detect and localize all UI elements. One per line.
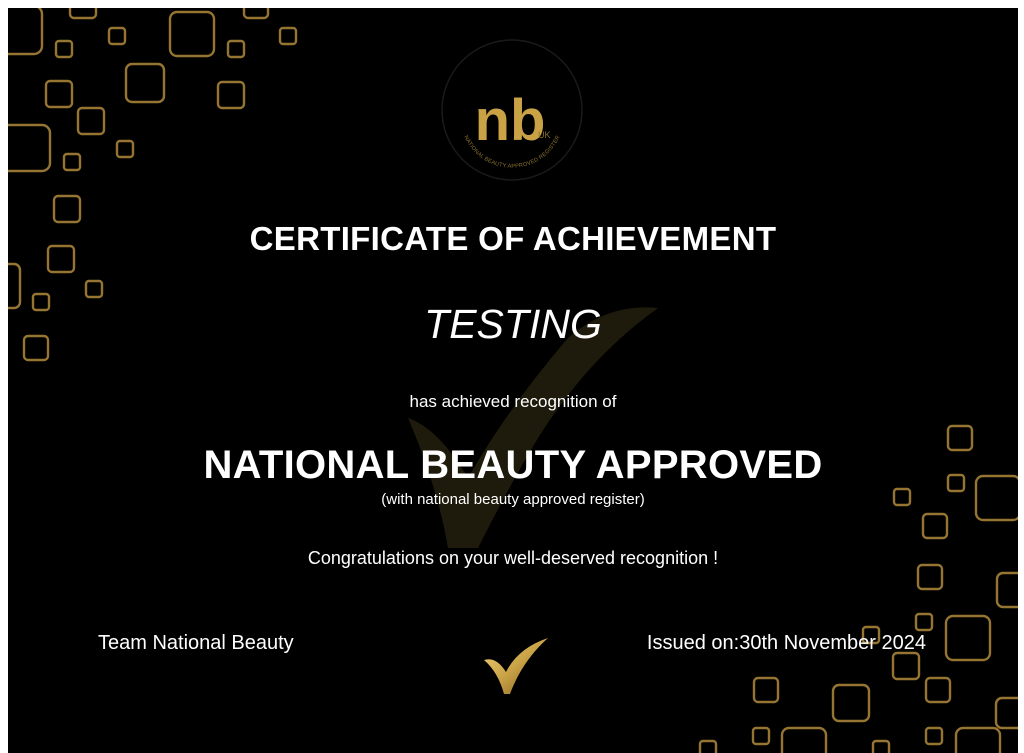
award-name: NATIONAL BEAUTY APPROVED: [203, 443, 823, 487]
achieved-text: has achieved recognition of: [409, 392, 617, 411]
gold-check-icon: [484, 638, 548, 694]
certificate-title: CERTIFICATE OF ACHIEVEMENT: [249, 220, 777, 257]
logo-suffix: UK: [538, 130, 551, 140]
congratulations-text: Congratulations on your well-deserved re…: [307, 548, 719, 568]
nb-logo: nb UK NATIONAL BEAUTY APPROVED REGISTER: [441, 39, 583, 181]
award-subtitle: (with national beauty approved register): [381, 491, 645, 508]
issued-date: Issued on:30th November 2024: [646, 632, 926, 654]
certificate: nb UK NATIONAL BEAUTY APPROVED REGISTER …: [8, 8, 1018, 753]
recipient-name: TESTING: [424, 301, 602, 347]
logo-monogram: nb: [475, 88, 546, 153]
team-signature: Team National Beauty: [98, 632, 294, 654]
